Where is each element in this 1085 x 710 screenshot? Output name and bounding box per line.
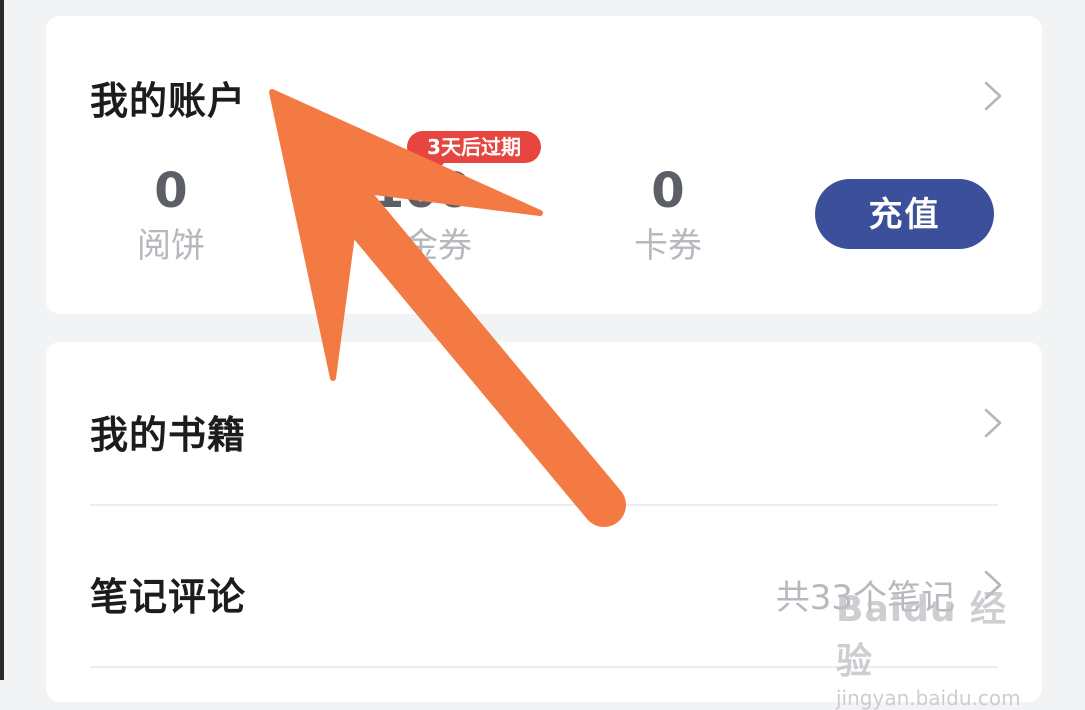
stat-voucher[interactable]: 100 代金券 <box>336 164 506 266</box>
chevron-right-icon[interactable] <box>976 406 1010 440</box>
stat-label: 阅饼 <box>137 226 205 266</box>
account-card: 我的账户 0 阅饼 100 代金券 0 卡券 <box>46 16 1042 314</box>
stat-label: 代金券 <box>370 226 472 266</box>
stat-yuebing[interactable]: 0 阅饼 <box>86 164 256 266</box>
chevron-right-icon[interactable] <box>976 79 1010 113</box>
stat-value: 0 <box>651 163 685 219</box>
expiry-badge: 3天后过期 <box>407 131 541 171</box>
watermark-url: jingyan.baidu.com <box>836 686 1021 710</box>
stat-value: 0 <box>154 163 188 219</box>
screen-edge <box>0 0 4 680</box>
stat-label: 卡券 <box>634 226 702 266</box>
recharge-button[interactable]: 充值 <box>815 179 994 249</box>
watermark-logo: Baidu 经验 <box>836 589 1008 682</box>
baidu-watermark: Baidu 经验 jingyan.baidu.com <box>836 580 1036 710</box>
stat-card-coupon[interactable]: 0 卡券 <box>583 164 753 266</box>
stat-value: 100 <box>370 163 472 219</box>
account-title: 我的账户 <box>90 79 247 123</box>
divider <box>90 504 998 506</box>
menu-item-my-books[interactable]: 我的书籍 <box>90 404 246 459</box>
menu-item-notes-comments[interactable]: 笔记评论 <box>90 566 246 621</box>
